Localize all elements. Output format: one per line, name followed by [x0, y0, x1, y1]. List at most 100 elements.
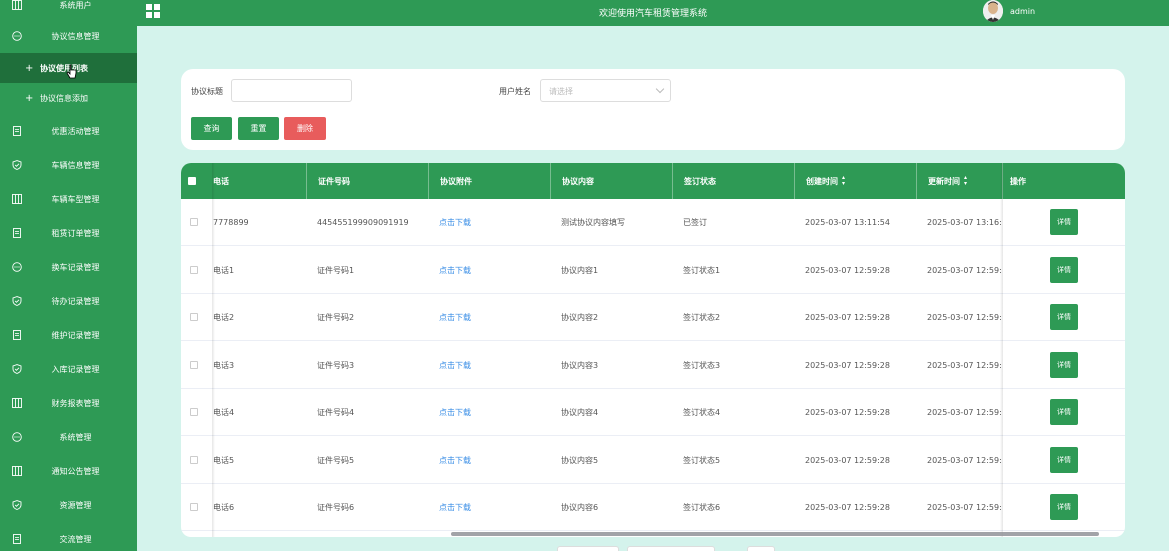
cell-phone: 电话1 — [213, 265, 235, 275]
title-label: 协议标题 — [191, 87, 223, 96]
row-checkbox[interactable] — [190, 313, 198, 321]
sidebar-item-9[interactable]: 待办记录管理 — [0, 284, 137, 318]
col-created[interactable]: 创建时间 ▴ ▾ — [794, 163, 916, 199]
username[interactable]: admin — [1010, 7, 1035, 16]
cell-created: 2025-03-07 12:59:28 — [805, 408, 890, 417]
sidebar-item-1[interactable]: 协议信息管理 — [0, 19, 137, 53]
sort-icon[interactable]: ▴ ▾ — [964, 175, 967, 187]
download-link[interactable]: 点击下载 — [428, 484, 550, 531]
row-checkbox[interactable] — [190, 360, 198, 369]
mouse-cursor-icon — [66, 64, 77, 79]
sidebar-item-14[interactable]: 通知公告管理 — [0, 454, 137, 488]
table-row: 7778899 445455199909091919 点击下载 测试协议内容填写 已签订… — [181, 199, 1125, 246]
cell-status: 签订状态3 — [683, 360, 721, 370]
sidebar-item-3[interactable]: + 协议信息添加 — [0, 83, 137, 113]
detail-button[interactable]: 详情 — [1050, 399, 1078, 425]
detail-button[interactable]: 详情 — [1050, 351, 1078, 378]
cell-created: 2025-03-07 12:59:28 — [805, 265, 890, 275]
table-header: 电话 证件号码 协议附件 协议内容 签订状态 创建时间 ▴ ▾ 更新时间 ▴ ▾ 操作 — [181, 163, 1125, 199]
row-checkbox[interactable] — [190, 503, 198, 511]
detail-button[interactable]: 详情 — [1050, 494, 1078, 520]
detail-button[interactable]: 详情 — [1050, 304, 1078, 330]
pagination-control[interactable] — [627, 546, 715, 551]
cell-content: 协议内容4 — [561, 408, 599, 417]
cell-updated: 2025-03-07 12:59:2 — [927, 360, 1002, 370]
sidebar-item-8[interactable]: 换车记录管理 — [0, 250, 137, 284]
col-phone: 电话 — [213, 176, 229, 186]
download-link[interactable]: 点击下载 — [428, 294, 550, 341]
cell-status: 签订状态4 — [683, 408, 721, 417]
cell-status: 签订状态1 — [683, 265, 721, 275]
sidebar-item-15[interactable]: 资源管理 — [0, 488, 137, 522]
sidebar-item-13[interactable]: 系统管理 — [0, 420, 137, 454]
cell-phone: 电话2 — [213, 313, 235, 322]
download-link[interactable]: 点击下载 — [428, 247, 550, 294]
download-link[interactable]: 点击下载 — [428, 199, 550, 246]
table-row: 电话4 证件号码4 点击下载 协议内容4 签订状态4 2025-03-07 12:59:2… — [181, 389, 1125, 436]
cell-content: 测试协议内容填写 — [561, 218, 625, 227]
cell-id-no: 证件号码1 — [317, 265, 355, 275]
detail-button[interactable]: 详情 — [1050, 446, 1078, 473]
plus-icon: + — [25, 92, 34, 104]
table-row: 电话3 证件号码3 点击下载 协议内容3 签订状态3 2025-03-07 12:59:2… — [181, 342, 1125, 389]
sidebar-item-11[interactable]: 入库记录管理 — [0, 352, 137, 386]
sidebar-item-4[interactable]: 优惠活动管理 — [0, 114, 137, 148]
cell-status: 签订状态6 — [683, 503, 721, 512]
row-checkbox[interactable] — [190, 455, 198, 464]
col-action: 操作 — [1002, 163, 1125, 199]
sidebar-item-5[interactable]: 车辆信息管理 — [0, 148, 137, 182]
sidebar-item-label: 系统管理 — [59, 432, 92, 442]
sidebar-item-label: 资源管理 — [59, 500, 92, 510]
cell-content: 协议内容1 — [561, 265, 599, 275]
cell-created: 2025-03-07 13:11:54 — [805, 218, 890, 227]
sidebar-item-16[interactable]: 交流管理 — [0, 522, 137, 551]
cell-phone: 电话6 — [213, 503, 235, 512]
cell-updated: 2025-03-07 12:59:2 — [927, 408, 1002, 417]
sidebar-item-label: 交流管理 — [59, 534, 92, 544]
fixed-column-shadow — [212, 163, 215, 537]
cell-updated: 2025-03-07 12:59:2 — [927, 313, 1002, 322]
pagination-control[interactable] — [747, 546, 775, 551]
sidebar-item-6[interactable]: 车辆车型管理 — [0, 182, 137, 216]
table-row: 电话5 证件号码5 点击下载 协议内容5 签订状态5 2025-03-07 12:59:2… — [181, 437, 1125, 484]
select-all-checkbox[interactable] — [188, 177, 196, 185]
delete-button[interactable]: 删除 — [284, 117, 326, 140]
horizontal-scrollbar[interactable] — [451, 532, 1099, 536]
download-link[interactable]: 点击下载 — [428, 437, 550, 484]
sidebar-item-10[interactable]: 维护记录管理 — [0, 318, 137, 352]
query-button[interactable]: 查询 — [191, 117, 232, 140]
cell-content: 协议内容6 — [561, 503, 599, 512]
cell-id-no: 证件号码3 — [317, 360, 355, 370]
table-row: 电话6 证件号码6 点击下载 协议内容6 签订状态6 2025-03-07 12:59:2… — [181, 484, 1125, 531]
download-link[interactable]: 点击下载 — [428, 342, 550, 389]
row-checkbox[interactable] — [190, 408, 198, 416]
cell-content: 协议内容2 — [561, 313, 599, 322]
cell-status: 已签订 — [683, 218, 707, 227]
pagination-control[interactable] — [557, 546, 619, 551]
row-checkbox[interactable] — [190, 265, 198, 274]
col-updated[interactable]: 更新时间 ▴ ▾ — [916, 163, 1002, 199]
sidebar-item-label: 通知公告管理 — [51, 466, 100, 476]
title-input[interactable] — [231, 79, 352, 102]
cell-updated: 2025-03-07 13:16:3 — [927, 218, 1002, 227]
sidebar-item-label: 协议信息管理 — [51, 31, 100, 41]
col-updated-label: 更新时间 — [928, 176, 960, 186]
col-created-label: 创建时间 — [806, 176, 838, 186]
sidebar-item-7[interactable]: 租赁订单管理 — [0, 216, 137, 250]
avatar[interactable] — [983, 0, 1003, 22]
user-select[interactable]: 请选择 — [540, 79, 671, 102]
reset-button[interactable]: 重置 — [238, 117, 279, 140]
cell-phone: 电话3 — [213, 360, 235, 370]
sidebar-item-12[interactable]: 财务报表管理 — [0, 386, 137, 420]
detail-button[interactable]: 详情 — [1050, 209, 1078, 235]
cell-phone: 电话5 — [213, 455, 235, 465]
download-link[interactable]: 点击下载 — [428, 389, 550, 436]
table-row: 电话1 证件号码1 点击下载 协议内容1 签订状态1 2025-03-07 12:59:2… — [181, 247, 1125, 294]
top-header: 欢迎使用汽车租赁管理系统 admin — [137, 0, 1169, 26]
cell-content: 协议内容3 — [561, 360, 599, 370]
user-select-placeholder: 请选择 — [549, 87, 573, 96]
row-checkbox[interactable] — [190, 218, 198, 226]
sort-icon[interactable]: ▴ ▾ — [842, 175, 845, 187]
detail-button[interactable]: 详情 — [1050, 256, 1078, 283]
sidebar-item-label: 系统用户 — [59, 0, 92, 10]
